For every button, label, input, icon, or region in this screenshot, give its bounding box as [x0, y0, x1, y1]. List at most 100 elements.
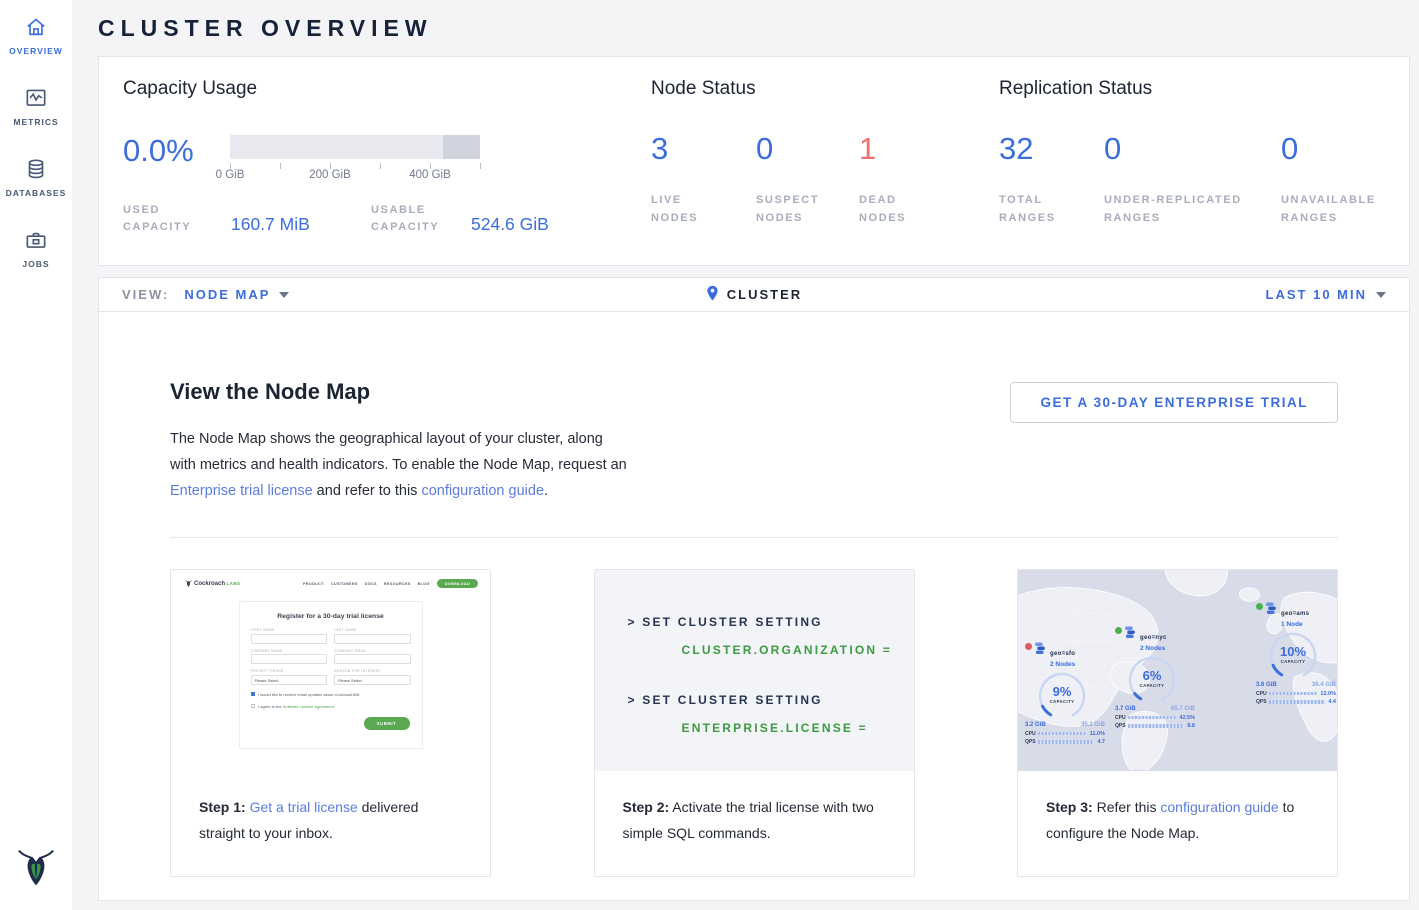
usable-capacity-label: USABLECAPACITY — [371, 202, 471, 236]
configuration-guide-link[interactable]: configuration guide — [421, 483, 544, 499]
capacity-gauge: 9% CAPACITY — [1035, 671, 1089, 721]
suspect-nodes-stat: 0 SUSPECTNODES — [756, 131, 859, 227]
step-3-card: geo=sfo2 Nodes 9% CAPACITY 3.2 GiB35.1 G… — [1017, 569, 1338, 877]
usable-capacity-value: 524.6 GiB — [471, 214, 549, 235]
sidebar-item-label: JOBS — [22, 259, 49, 269]
replication-status-section: Replication Status 32 TOTALRANGES 0 UNDE… — [999, 78, 1409, 265]
unavailable-ranges-value: 0 — [1281, 131, 1376, 167]
dead-nodes-stat: 1 DEADNODES — [859, 131, 906, 227]
step-2-card: > SET CLUSTER SETTING CLUSTER.ORGANIZATI… — [594, 569, 915, 877]
home-icon — [23, 14, 49, 40]
enterprise-trial-license-link[interactable]: Enterprise trial license — [170, 483, 313, 499]
capacity-percent: 0.0% — [123, 133, 230, 185]
under-replicated-ranges-stat: 0 UNDER-REPLICATEDRANGES — [1104, 131, 1281, 227]
app-root: OVERVIEW METRICS DATABASES JOBS — [0, 0, 1419, 910]
node-status-section: Node Status 3 LIVENODES 0 SUSPECTNODES 1… — [651, 78, 999, 265]
breadcrumb[interactable]: CLUSTER — [706, 285, 802, 305]
sidebar-item-jobs[interactable]: JOBS — [0, 227, 72, 269]
node-locality-marker: geo=nyc2 Nodes 6% CAPACITY 3.7 GiB65.7 G… — [1115, 626, 1201, 729]
locality-db-icon — [1124, 626, 1137, 644]
mini-site-nav: PRODUCTCUSTOMERSDOCSRESOURCESBLOG DOWNLO… — [303, 579, 478, 588]
sidebar: OVERVIEW METRICS DATABASES JOBS — [0, 0, 72, 910]
capacity-axis-ticks — [230, 161, 480, 169]
node-map-title: View the Node Map — [170, 379, 632, 405]
trial-license-screenshot: CockroachLABS PRODUCTCUSTOMERSDOCSRESOUR… — [171, 570, 490, 771]
cockroachdb-logo — [17, 845, 55, 894]
node-map-description: The Node Map shows the geographical layo… — [170, 426, 632, 504]
locality-db-icon — [1265, 602, 1278, 620]
sql-commands-block: > SET CLUSTER SETTING CLUSTER.ORGANIZATI… — [595, 570, 914, 771]
live-nodes-label: LIVENODES — [651, 191, 756, 227]
view-bar: VIEW: NODE MAP CLUSTER LAST 10 MIN — [98, 277, 1410, 312]
sql-setting: CLUSTER.ORGANIZATION = — [682, 636, 914, 664]
chevron-down-icon — [1376, 292, 1386, 298]
metrics-icon — [23, 85, 49, 111]
sidebar-item-metrics[interactable]: METRICS — [0, 85, 72, 127]
cockroach-labs-mini-logo: CockroachLABS — [185, 579, 240, 588]
suspect-nodes-label: SUSPECTNODES — [756, 191, 859, 227]
section-divider — [170, 537, 1338, 538]
capacity-bar-free-segment — [230, 135, 443, 159]
step-1-card: CockroachLABS PRODUCTCUSTOMERSDOCSRESOUR… — [170, 569, 491, 877]
view-label: VIEW: — [122, 287, 169, 302]
databases-icon — [23, 156, 49, 182]
configuration-guide-link[interactable]: configuration guide — [1160, 799, 1278, 815]
under-replicated-ranges-value: 0 — [1104, 131, 1281, 167]
sidebar-item-label: DATABASES — [6, 188, 67, 198]
sidebar-item-overview[interactable]: OVERVIEW — [0, 14, 72, 56]
node-status-title: Node Status — [651, 78, 999, 100]
live-status-dot — [1256, 603, 1263, 610]
node-locality-marker: geo=ams1 Node 10% CAPACITY 3.6 GiB36.4 G… — [1256, 602, 1337, 705]
time-range-dropdown[interactable]: LAST 10 MIN — [1266, 287, 1386, 302]
sidebar-item-label: OVERVIEW — [9, 46, 63, 56]
get-trial-license-link[interactable]: Get a trial license — [250, 799, 358, 815]
dead-nodes-label: DEADNODES — [859, 191, 906, 227]
capacity-gauge: 6% CAPACITY — [1125, 655, 1179, 705]
mini-download-button: DOWNLOAD — [437, 579, 478, 588]
cluster-summary-card: Capacity Usage 0.0% — [98, 56, 1410, 266]
unavailable-ranges-stat: 0 UNAVAILABLERANGES — [1281, 131, 1376, 227]
sql-setting: ENTERPRISE.LICENSE = — [682, 714, 914, 742]
axis-label: 200 GiB — [309, 169, 351, 181]
total-ranges-stat: 32 TOTALRANGES — [999, 131, 1104, 227]
total-ranges-label: TOTALRANGES — [999, 191, 1104, 227]
total-ranges-value: 32 — [999, 131, 1104, 167]
tick-mark — [480, 163, 481, 169]
capacity-usage-section: Capacity Usage 0.0% — [123, 78, 651, 265]
step-2-caption: Step 2: Activate the trial license with … — [595, 771, 914, 869]
step-3-caption: Step 3: Refer this configuration guide t… — [1018, 771, 1337, 869]
used-capacity-label: USEDCAPACITY — [123, 202, 231, 236]
replication-status-title: Replication Status — [999, 78, 1409, 100]
breadcrumb-label: CLUSTER — [727, 287, 802, 302]
sql-statement: > SET CLUSTER SETTING — [628, 608, 914, 636]
jobs-icon — [23, 227, 49, 253]
axis-label: 0 GiB — [216, 169, 245, 181]
capacity-bar-chart: 0 GiB 200 GiB 400 GiB — [230, 131, 480, 185]
locality-db-icon — [1034, 642, 1047, 660]
page-title: CLUSTER OVERVIEW — [98, 0, 1410, 56]
unavailable-ranges-label: UNAVAILABLERANGES — [1281, 191, 1376, 227]
live-status-dot — [1115, 627, 1122, 634]
chevron-down-icon — [279, 292, 289, 298]
mini-submit-button: SUBMIT — [364, 717, 410, 730]
axis-label: 400 GiB — [409, 169, 451, 181]
enterprise-trial-button[interactable]: GET A 30-DAY ENTERPRISE TRIAL — [1010, 382, 1338, 423]
used-capacity-value: 160.7 MiB — [231, 214, 371, 235]
sql-statement: > SET CLUSTER SETTING — [628, 686, 914, 714]
dead-nodes-value: 1 — [859, 131, 906, 167]
node-locality-marker: geo=sfo2 Nodes 9% CAPACITY 3.2 GiB35.1 G… — [1025, 642, 1111, 745]
live-nodes-value: 3 — [651, 131, 756, 167]
live-nodes-stat: 3 LIVENODES — [651, 131, 756, 227]
sidebar-item-label: METRICS — [13, 117, 58, 127]
node-map-panel: View the Node Map The Node Map shows the… — [98, 312, 1410, 901]
capacity-bar-reserved-segment — [443, 135, 481, 159]
step-1-caption: Step 1: Get a trial license delivered st… — [171, 771, 490, 869]
main-content: CLUSTER OVERVIEW Capacity Usage 0.0% — [72, 0, 1419, 910]
capacity-axis-labels: 0 GiB 200 GiB 400 GiB — [230, 169, 480, 185]
view-selector-dropdown[interactable]: NODE MAP — [184, 287, 289, 302]
dead-status-dot — [1025, 643, 1032, 650]
sidebar-item-databases[interactable]: DATABASES — [0, 156, 72, 198]
location-pin-icon — [706, 285, 719, 305]
node-map-preview: geo=sfo2 Nodes 9% CAPACITY 3.2 GiB35.1 G… — [1018, 570, 1337, 771]
capacity-gauge: 10% CAPACITY — [1266, 631, 1320, 681]
